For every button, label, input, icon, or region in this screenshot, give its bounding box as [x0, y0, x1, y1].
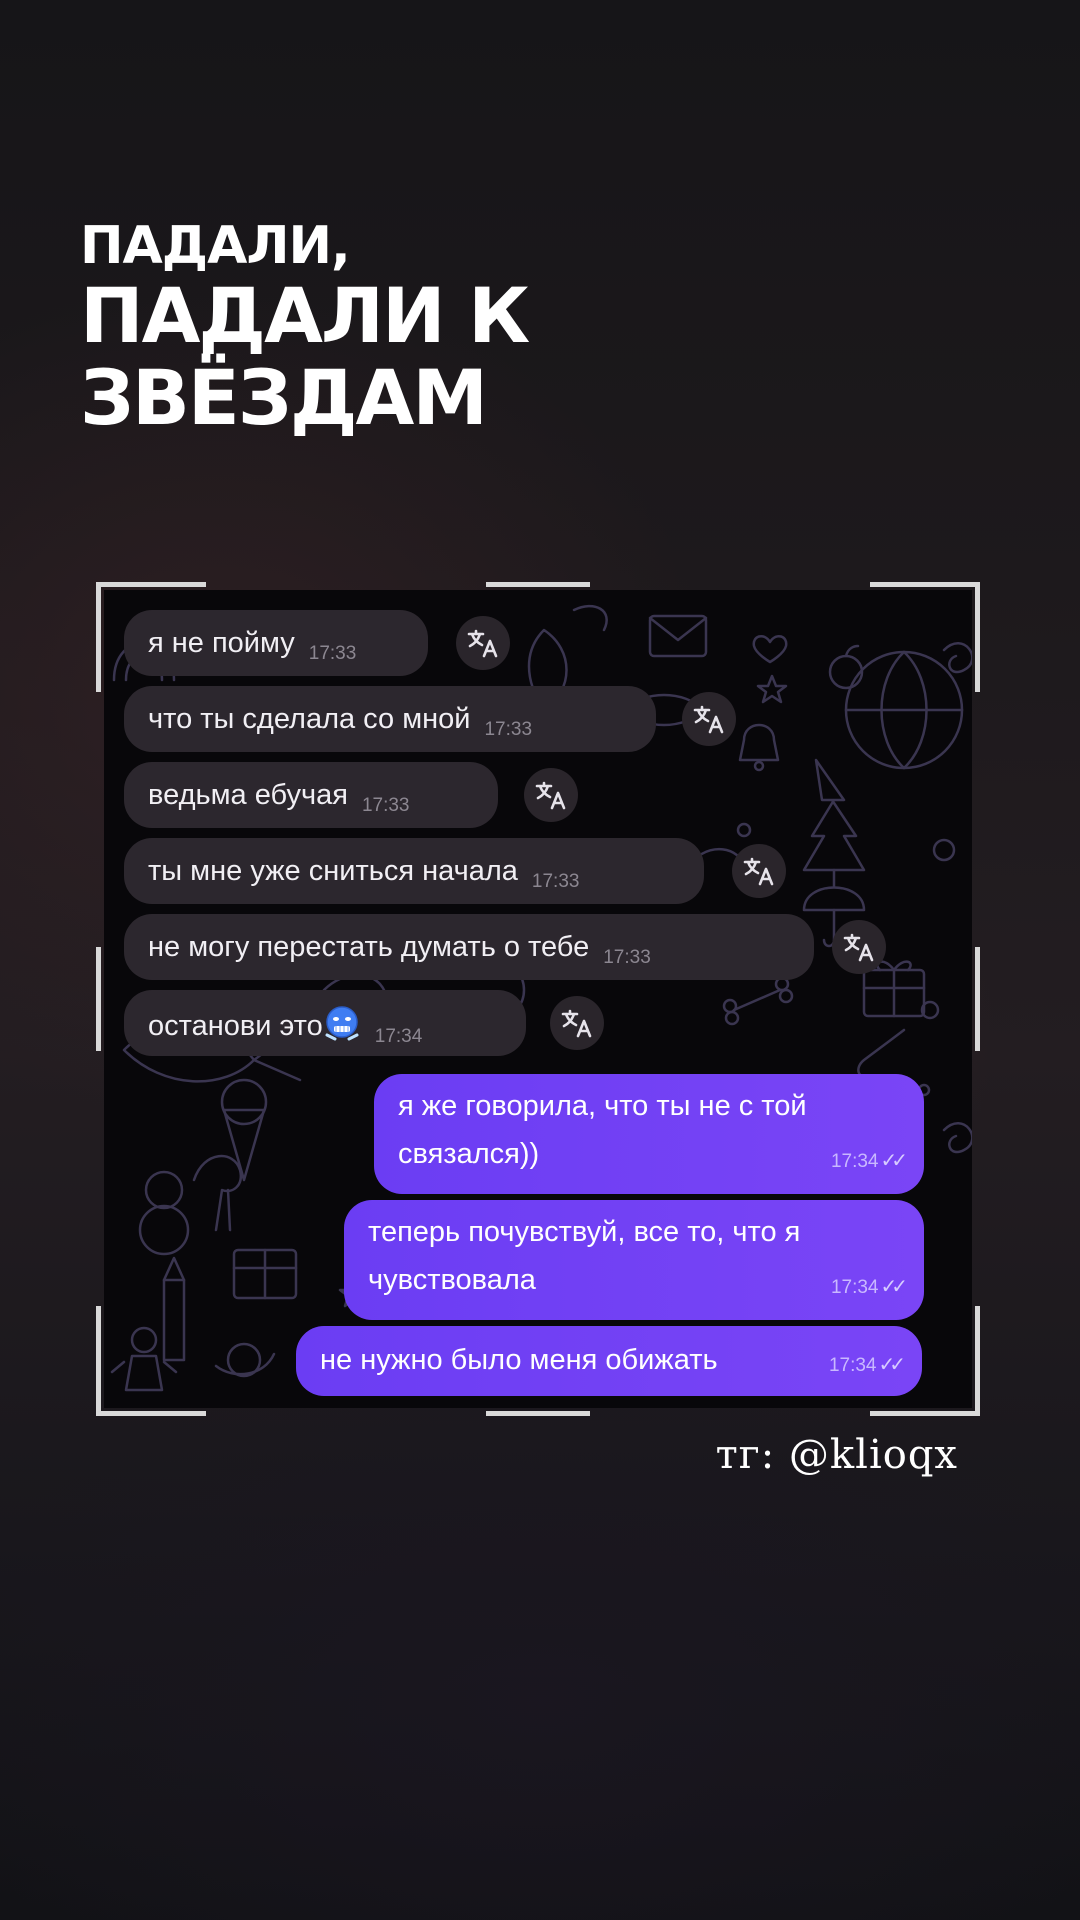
incoming-message[interactable]: останови это 17:34: [124, 990, 526, 1056]
headline-line-2: ПАДАЛИ К: [80, 271, 530, 360]
frame-corner-right-mid: [975, 947, 980, 1051]
message-time: 17:33: [308, 643, 357, 664]
incoming-message[interactable]: не могу перестать думать о тебе 17:33: [124, 914, 814, 980]
incoming-message[interactable]: я не пойму 17:33: [124, 610, 428, 676]
read-ticks-icon: ✓✓: [880, 1150, 907, 1172]
headline: ПАДАЛИ, ПАДАЛИ К ЗВЁЗДАМ: [80, 216, 530, 442]
incoming-message[interactable]: ты мне уже сниться начала 17:33: [124, 838, 704, 904]
translate-button[interactable]: [682, 692, 736, 746]
translate-icon: [693, 705, 724, 734]
translate-icon: [743, 857, 774, 886]
message-text-line-2: связался)): [398, 1138, 540, 1170]
outgoing-message[interactable]: я же говорила, что ты не с той связался)…: [374, 1074, 924, 1194]
frame-corner-top-mid: [486, 582, 590, 587]
frame-corner-bottom-right-h: [870, 1411, 980, 1416]
translate-icon: [843, 933, 874, 962]
translate-icon: [467, 629, 498, 658]
message-time: 17:34: [374, 1026, 423, 1047]
chat-screenshot: я не пойму 17:33 что ты сделала со мной 17…: [104, 590, 972, 1408]
frame-corner-top-left-h: [96, 582, 206, 587]
read-ticks-icon: ✓✓: [880, 1276, 907, 1298]
cold-face-emoji: [325, 1006, 359, 1041]
message-meta: 17:34 ✓✓: [830, 1143, 908, 1180]
message-text: не могу перестать думать о тебе: [148, 931, 590, 963]
read-ticks-icon: ✓✓: [878, 1354, 905, 1376]
message-meta: 17:34 ✓✓: [830, 1269, 908, 1306]
translate-button[interactable]: [524, 768, 578, 822]
translate-icon: [535, 781, 566, 810]
outgoing-message[interactable]: теперь почувствуй, все то, что я чувство…: [344, 1200, 924, 1320]
frame-corner-top-right-h: [870, 582, 980, 587]
frame-corner-top-left-v: [96, 582, 101, 692]
translate-button[interactable]: [732, 844, 786, 898]
message-time: 17:33: [531, 871, 580, 892]
message-text-line-1: теперь почувствуй, все то, что я: [368, 1216, 801, 1248]
message-text: не нужно было меня обижать: [320, 1344, 718, 1376]
incoming-message[interactable]: ведьма ебучая 17:33: [124, 762, 498, 828]
frame-corner-top-right-v: [975, 582, 980, 692]
message-text: ведьма ебучая: [148, 779, 348, 811]
message-time: 17:34: [830, 1151, 879, 1172]
message-meta: 17:34 ✓✓: [828, 1347, 906, 1384]
message-text-line-2: чувствовала: [368, 1264, 536, 1296]
incoming-message[interactable]: что ты сделала со мной 17:33: [124, 686, 656, 752]
outgoing-message[interactable]: не нужно было меня обижать 17:34 ✓✓: [296, 1326, 922, 1396]
message-text: я не пойму: [148, 627, 295, 659]
translate-button[interactable]: [550, 996, 604, 1050]
message-time: 17:34: [828, 1355, 877, 1376]
message-text-line-1: я же говорила, что ты не с той: [398, 1090, 807, 1122]
frame-corner-bottom-mid: [486, 1411, 590, 1416]
translate-button[interactable]: [456, 616, 510, 670]
message-time: 17:33: [484, 719, 533, 740]
frame-corner-bottom-left-v: [96, 1306, 101, 1416]
translate-icon: [561, 1009, 592, 1038]
message-time: 17:33: [361, 795, 410, 816]
translate-button[interactable]: [832, 920, 886, 974]
frame-corner-bottom-right-v: [975, 1306, 980, 1416]
message-time: 17:33: [603, 947, 651, 968]
headline-line-1: ПАДАЛИ,: [80, 216, 351, 276]
watermark-handle: тг: @klioqx: [715, 1432, 958, 1478]
message-time: 17:34: [830, 1277, 879, 1298]
headline-line-3: ЗВЁЗДАМ: [80, 353, 488, 442]
message-text: останови это: [148, 1010, 323, 1042]
message-text: что ты сделала со мной: [148, 703, 471, 735]
frame-corner-bottom-left-h: [96, 1411, 206, 1416]
frame-corner-left-mid: [96, 947, 101, 1051]
message-text: ты мне уже сниться начала: [148, 855, 518, 887]
